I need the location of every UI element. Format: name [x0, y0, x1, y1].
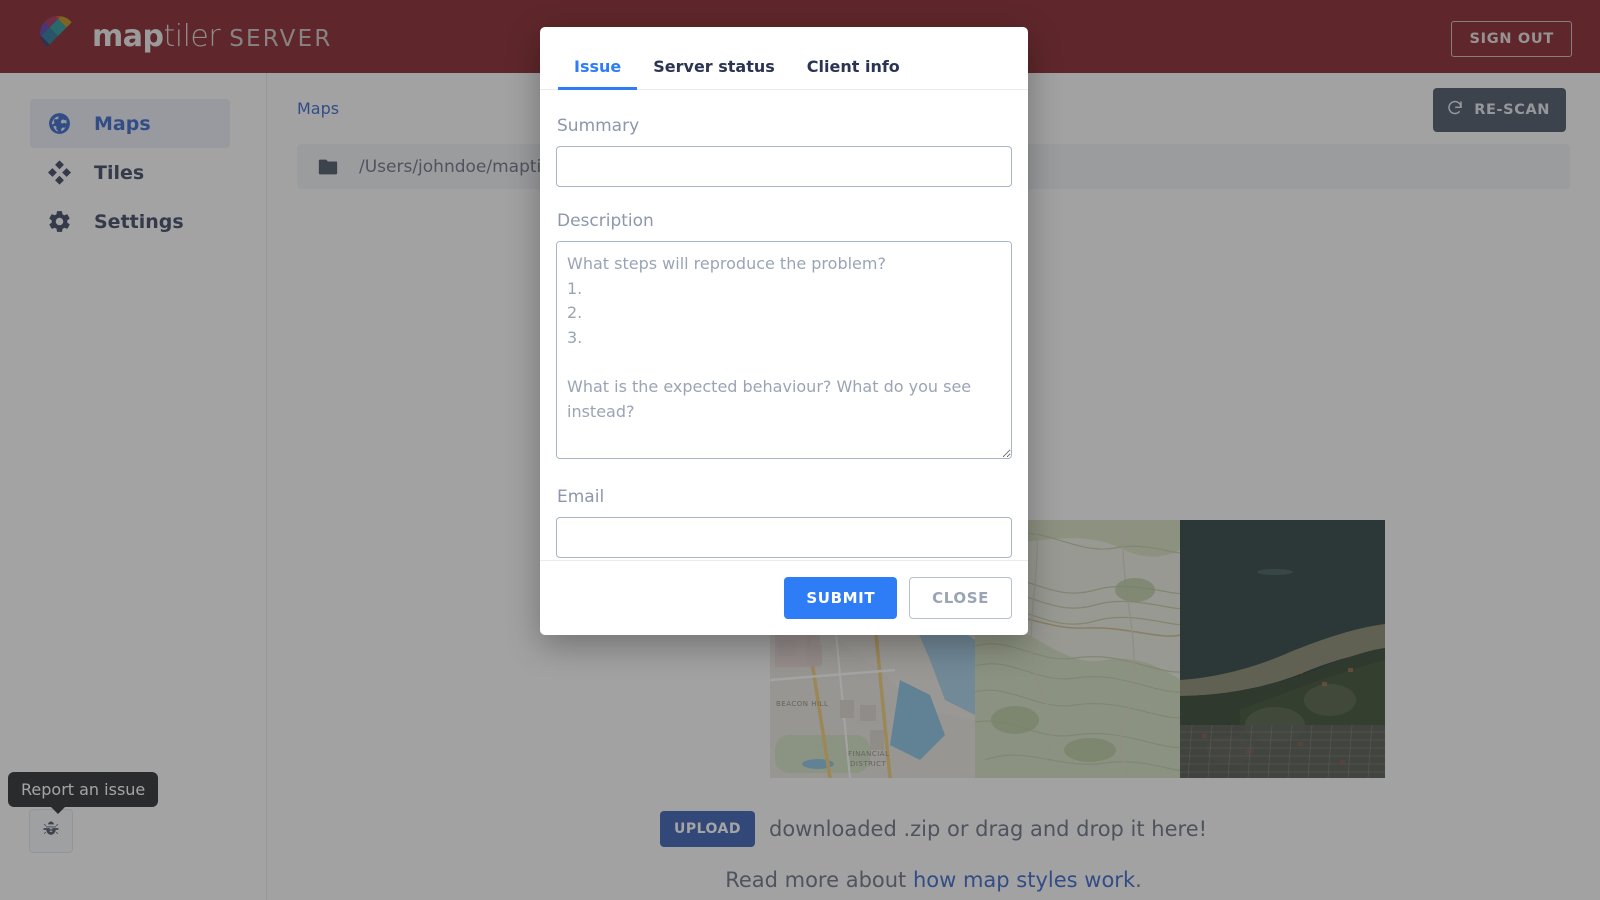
email-input[interactable] [556, 517, 1012, 558]
close-button[interactable]: CLOSE [909, 577, 1012, 619]
summary-input[interactable] [556, 146, 1012, 187]
application-window: maptiler SERVER SIGN OUT Maps Tiles Sett… [0, 0, 1600, 900]
tab-issue[interactable]: Issue [558, 57, 638, 90]
modal-footer: SUBMIT CLOSE [540, 560, 1028, 635]
submit-button[interactable]: SUBMIT [784, 577, 898, 619]
tab-client-info[interactable]: Client info [791, 57, 916, 89]
description-textarea[interactable] [556, 241, 1012, 459]
modal-body: Summary Description Email [540, 90, 1028, 560]
summary-label: Summary [557, 116, 640, 136]
email-label: Email [557, 487, 605, 507]
description-label: Description [557, 211, 654, 231]
report-issue-modal: Issue Server status Client info Summary … [540, 27, 1028, 635]
modal-tabs: Issue Server status Client info [540, 27, 1028, 90]
tab-server-status[interactable]: Server status [637, 57, 791, 89]
